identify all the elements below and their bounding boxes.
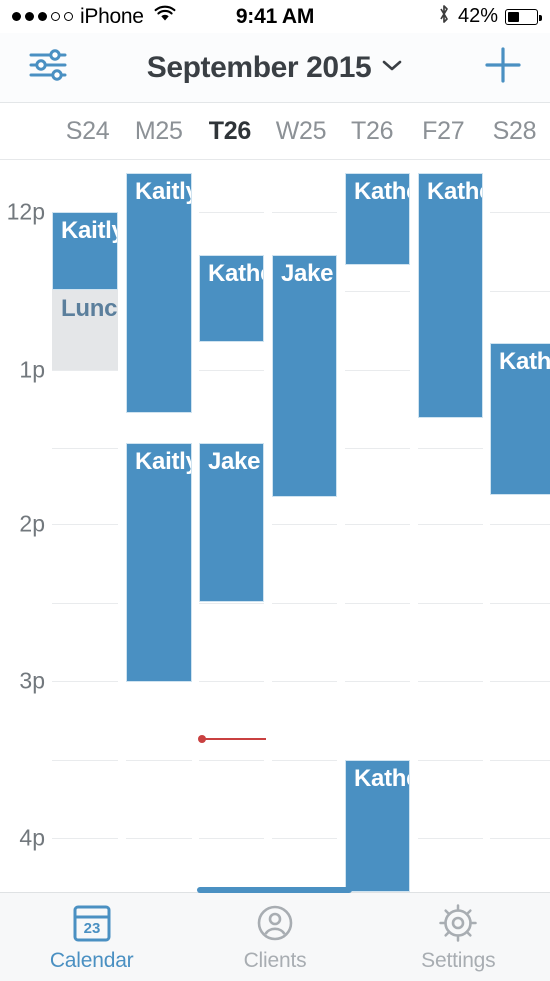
tab-settings-label: Settings	[421, 949, 496, 972]
clock-label: 9:41 AM	[235, 4, 315, 28]
svg-text:23: 23	[83, 920, 100, 937]
appointment-event-block[interactable]: Kaitlyn Morrison	[126, 443, 192, 682]
bluetooth-icon	[437, 3, 451, 31]
wifi-icon	[153, 5, 177, 29]
calendar-icon: 23	[69, 901, 115, 945]
appointment-event-block[interactable]: Kaitlyn Morrison	[126, 173, 192, 413]
hour-label-1p: 1p	[19, 356, 45, 383]
navigation-bar: September 2015	[0, 33, 550, 103]
appointment-event-block[interactable]: Kaitlyn Morrison	[52, 212, 118, 290]
signal-dot-empty	[64, 12, 73, 21]
tab-clients-label: Clients	[243, 949, 307, 972]
hour-label-2p: 2p	[19, 510, 45, 537]
appointment-event-block[interactable]: Katherine Chen	[345, 173, 410, 265]
tab-settings[interactable]: Settings	[367, 893, 550, 981]
tab-clients[interactable]: Clients	[183, 893, 366, 981]
day-column-s24[interactable]: Kaitlyn MorrisonLunch	[52, 160, 118, 892]
day-column-t26[interactable]: Katherine Chen Katherine Chen	[345, 160, 410, 892]
day-column-m25[interactable]: Kaitlyn Morrison Kaitlyn Morrison	[126, 160, 192, 892]
day-header-s24[interactable]: S24	[52, 117, 123, 146]
signal-strength-dots	[12, 12, 73, 21]
signal-dot-filled	[12, 12, 21, 21]
time-gutter: 12p 1p 2p 3p 4p	[0, 160, 52, 892]
carrier-label: iPhone	[80, 4, 144, 28]
plus-icon	[482, 44, 524, 91]
day-header-t26[interactable]: T26	[337, 117, 408, 146]
signal-dot-filled	[25, 12, 34, 21]
appointment-event-block[interactable]: Jake Andrews	[272, 255, 337, 497]
tab-bar: 23 Calendar Clients Settings	[0, 887, 550, 981]
day-header-cells: S24 M25 T26 W25 T26 F27 S28	[52, 117, 550, 146]
day-column-w25[interactable]: Jake Andrews	[272, 160, 337, 892]
day-columns-area[interactable]: Kaitlyn MorrisonLunchKaitlyn MorrisonKai…	[52, 160, 550, 892]
battery-percent-label: 42%	[457, 5, 498, 27]
day-column-f27[interactable]: Katherine Chen	[418, 160, 483, 892]
hour-label-3p: 3p	[19, 667, 45, 694]
gear-icon	[435, 901, 481, 945]
battery-icon	[505, 8, 542, 25]
day-header-m25[interactable]: M25	[123, 117, 194, 146]
page-title: September 2015	[146, 50, 372, 84]
day-column-t26[interactable]: Katherine Chen Jake Andrews	[199, 160, 264, 892]
filter-button[interactable]	[0, 47, 95, 88]
week-day-header: S24 M25 T26 W25 T26 F27 S28	[0, 103, 550, 160]
day-header-s28[interactable]: S28	[479, 117, 550, 146]
appointment-event-block[interactable]: Katherine Chen	[418, 173, 483, 418]
chevron-down-icon	[381, 57, 403, 78]
person-circle-icon	[252, 901, 298, 945]
day-column-s28[interactable]: Katherine Chen	[490, 160, 550, 892]
home-indicator	[0, 887, 550, 893]
calendar-app-screen: iPhone 9:41 AM 42% September 2015 S24 M2…	[0, 0, 550, 981]
day-header-f27[interactable]: F27	[408, 117, 479, 146]
hour-label-4p: 4p	[19, 824, 45, 851]
current-time-indicator	[198, 735, 266, 743]
sliders-filter-icon	[26, 47, 70, 88]
add-event-button[interactable]	[455, 44, 550, 91]
appointment-event-block[interactable]: Katherine Chen	[199, 255, 264, 342]
current-time-line	[204, 738, 266, 740]
status-bar: iPhone 9:41 AM 42%	[0, 0, 550, 33]
signal-dot-empty	[51, 12, 60, 21]
status-bar-left: iPhone	[12, 5, 177, 29]
month-selector[interactable]: September 2015	[95, 51, 455, 85]
signal-dot-filled	[38, 12, 47, 21]
status-bar-right: 42%	[437, 3, 542, 31]
tab-calendar[interactable]: 23 Calendar	[0, 893, 183, 981]
appointment-event-block[interactable]: Katherine Chen	[345, 760, 410, 892]
hour-label-12p: 12p	[6, 198, 45, 225]
appointment-event-block[interactable]: Katherine Chen	[490, 343, 550, 495]
day-header-t26-selected[interactable]: T26	[194, 117, 265, 146]
calendar-grid[interactable]: Kaitlyn MorrisonLunchKaitlyn MorrisonKai…	[0, 160, 550, 892]
appointment-event-block[interactable]: Jake Andrews	[199, 443, 264, 602]
tab-calendar-label: Calendar	[49, 949, 134, 972]
break-event-block[interactable]: Lunch	[52, 290, 118, 370]
day-header-w25[interactable]: W25	[265, 117, 336, 146]
